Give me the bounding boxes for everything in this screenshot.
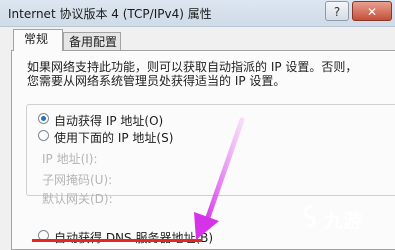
tab-general[interactable]: 常规 bbox=[13, 29, 63, 51]
swirl-logo-icon bbox=[303, 204, 316, 228]
arrow-shaft bbox=[202, 117, 245, 229]
watermark-text: 九游 bbox=[324, 210, 363, 232]
